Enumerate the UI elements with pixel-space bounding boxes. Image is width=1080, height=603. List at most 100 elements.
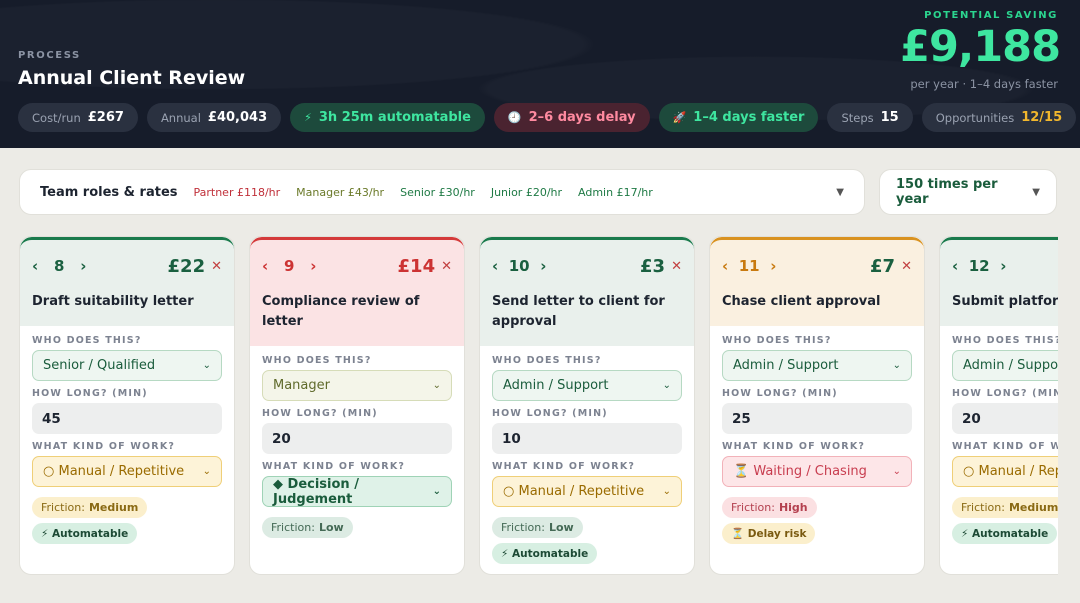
step-cost: £7 <box>870 255 896 277</box>
friction-badge: Friction: Medium <box>952 497 1058 518</box>
clock-icon: 🕘 <box>507 111 522 124</box>
frequency-select[interactable]: 150 times per year ▼ <box>879 169 1057 215</box>
close-icon[interactable]: ✕ <box>901 259 912 274</box>
work-kind-select[interactable]: ◆ Decision / Judgement ⌄ <box>262 476 452 507</box>
who-select[interactable]: Senior / Qualified ⌄ <box>32 350 222 381</box>
who-value: Manager <box>273 378 330 393</box>
chevron-down-icon: ⌄ <box>432 380 441 391</box>
work-kind-label: WHAT KIND OF WORK? <box>952 441 1058 452</box>
cost-per-run-label: Cost/run <box>32 110 81 125</box>
how-long-label: HOW LONG? (MIN) <box>952 388 1058 399</box>
who-select[interactable]: Admin / Support ⌄ <box>952 350 1058 381</box>
minutes-input[interactable]: 20 <box>952 403 1058 434</box>
steps-label: Steps <box>841 110 874 125</box>
who-select[interactable]: Admin / Support ⌄ <box>492 370 682 401</box>
automatable-badge: ⚡ Automatable <box>952 523 1058 544</box>
minutes-input[interactable]: 20 <box>262 423 452 454</box>
rate-junior: Junior £20/hr <box>490 185 563 199</box>
minutes-input[interactable]: 45 <box>32 403 222 434</box>
work-kind-value: ○ Manual / Repetitive <box>503 484 645 499</box>
how-long-label: HOW LONG? (MIN) <box>32 388 148 399</box>
minutes-input[interactable]: 10 <box>492 423 682 454</box>
how-long-label: HOW LONG? (MIN) <box>492 408 608 419</box>
chevron-right-icon[interactable]: › <box>310 257 316 275</box>
who-select[interactable]: Admin / Support ⌄ <box>722 350 912 381</box>
friction-value: High <box>778 501 808 514</box>
team-rates-dropdown[interactable]: Team roles & rates Partner £118/hr Manag… <box>19 169 865 215</box>
who-value: Admin / Support <box>733 358 839 373</box>
how-long-label: HOW LONG? (MIN) <box>262 408 378 419</box>
work-kind-select[interactable]: ⏳ Waiting / Chasing ⌄ <box>722 456 912 487</box>
who-value: Admin / Support <box>503 378 609 393</box>
step-number: 9 <box>283 257 295 275</box>
chevron-right-icon[interactable]: › <box>540 257 546 275</box>
faster-text: 1–4 days faster <box>693 110 805 125</box>
step-card: ‹ 11 › £7 ✕ Chase client approval WHO DO… <box>709 236 925 575</box>
step-card: ‹ 8 › £22 ✕ Draft suitability letter WHO… <box>19 236 235 575</box>
team-rates-label: Team roles & rates <box>40 184 178 200</box>
rate-admin: Admin £17/hr <box>578 185 653 199</box>
frequency-value: 150 times per year <box>896 177 998 207</box>
who-label: WHO DOES THIS? <box>722 335 832 346</box>
step-title: Send letter to client for approval <box>492 294 665 329</box>
step-number: 10 <box>508 257 530 275</box>
friction-badge: Friction: Low <box>262 517 353 538</box>
process-title: Annual Client Review <box>18 67 246 89</box>
step-number: 12 <box>968 257 990 275</box>
work-kind-value: ◆ Decision / Judgement <box>273 476 359 507</box>
chevron-down-icon: ⌄ <box>892 466 901 477</box>
step-title: Submit platform <box>952 294 1058 309</box>
work-kind-select[interactable]: ○ Manual / Repetitive ⌄ <box>492 476 682 507</box>
chevron-left-icon[interactable]: ‹ <box>32 257 38 275</box>
delay-text: 2–6 days delay <box>528 110 636 125</box>
chevron-right-icon[interactable]: › <box>80 257 86 275</box>
friction-label: Friction: <box>271 521 315 534</box>
step-card: ‹ 9 › £14 ✕ Compliance review of letter … <box>249 236 465 575</box>
step-card-header: ‹ 12 › Submit platform <box>940 237 1058 326</box>
step-cost: £14 <box>397 255 436 277</box>
opportunities-value: 12/15 <box>1021 110 1063 125</box>
faster-pill: 🚀 1–4 days faster <box>658 103 819 132</box>
close-icon[interactable]: ✕ <box>211 259 222 274</box>
chevron-down-icon: ⌄ <box>662 380 671 391</box>
opportunities-pill: Opportunities 12/15 <box>921 103 1077 132</box>
chevron-right-icon[interactable]: › <box>1000 257 1006 275</box>
chevron-left-icon[interactable]: ‹ <box>952 257 958 275</box>
who-label: WHO DOES THIS? <box>492 355 602 366</box>
close-icon[interactable]: ✕ <box>671 259 682 274</box>
chevron-right-icon[interactable]: › <box>770 257 776 275</box>
work-kind-value: ○ Manual / Repetitive <box>43 464 185 479</box>
step-number: 8 <box>53 257 65 275</box>
cost-per-run-value: £267 <box>87 110 124 125</box>
potential-saving-label: POTENTIAL SAVING <box>924 10 1058 21</box>
chevron-left-icon[interactable]: ‹ <box>722 257 728 275</box>
friction-label: Friction: <box>501 521 545 534</box>
cost-per-run-pill: Cost/run £267 <box>18 103 138 132</box>
opportunities-label: Opportunities <box>935 110 1015 125</box>
step-card-header: ‹ 11 › £7 ✕ Chase client approval <box>710 237 924 326</box>
friction-value: Medium <box>1008 501 1058 514</box>
automatable-text: 3h 25m automatable <box>318 110 471 125</box>
work-kind-label: WHAT KIND OF WORK? <box>492 461 636 472</box>
process-header: PROCESS Annual Client Review POTENTIAL S… <box>0 0 1080 148</box>
work-kind-select[interactable]: ○ Manual / Repetitive ⌄ <box>32 456 222 487</box>
close-icon[interactable]: ✕ <box>441 259 452 274</box>
chevron-left-icon[interactable]: ‹ <box>262 257 268 275</box>
step-card-header: ‹ 9 › £14 ✕ Compliance review of letter <box>250 237 464 346</box>
automatable-badge: ⚡ Automatable <box>492 543 598 564</box>
rocket-icon: 🚀 <box>672 111 687 124</box>
who-value: Senior / Qualified <box>43 358 156 373</box>
step-title: Draft suitability letter <box>32 294 194 309</box>
work-kind-select[interactable]: ○ Manual / Repetitive ⌄ <box>952 456 1058 487</box>
annual-cost-value: £40,043 <box>207 110 268 125</box>
minutes-input[interactable]: 25 <box>722 403 912 434</box>
rate-senior: Senior £30/hr <box>400 185 475 199</box>
chevron-left-icon[interactable]: ‹ <box>492 257 498 275</box>
friction-label: Friction: <box>41 501 85 514</box>
work-kind-label: WHAT KIND OF WORK? <box>262 461 406 472</box>
step-cards-scroller[interactable]: ‹ 8 › £22 ✕ Draft suitability letter WHO… <box>19 236 1058 576</box>
friction-value: Low <box>548 521 574 534</box>
work-kind-label: WHAT KIND OF WORK? <box>32 441 176 452</box>
who-select[interactable]: Manager ⌄ <box>262 370 452 401</box>
work-kind-label: WHAT KIND OF WORK? <box>722 441 866 452</box>
